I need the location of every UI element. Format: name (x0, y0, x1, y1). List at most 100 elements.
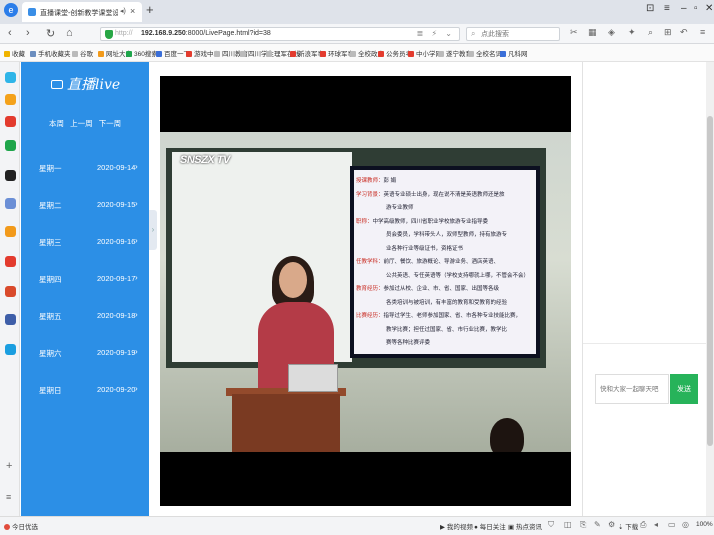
speaker-icon[interactable]: ◂) (120, 7, 126, 15)
mute-icon[interactable]: ◂ (654, 520, 658, 529)
bookmark-item[interactable]: 环球军事 (320, 48, 354, 58)
day-item[interactable]: 星期五 2020-09-18 › (21, 298, 149, 335)
screenshot-icon[interactable]: ◫ (564, 520, 572, 529)
day-name: 星期五 (39, 312, 62, 321)
translate-icon[interactable]: ⎘ (580, 520, 586, 530)
bookmark-item[interactable]: 360搜索 (126, 48, 158, 58)
bookmark-item[interactable]: 新浪军事 (290, 48, 324, 58)
search-box[interactable]: ⌕ (466, 27, 560, 41)
chevron-right-icon: › (135, 273, 138, 282)
day-item[interactable]: 星期日 2020-09-20 › (21, 372, 149, 409)
hot-news-link[interactable]: ▣ 热点资讯 (508, 521, 542, 531)
tab-close-icon[interactable]: × (130, 6, 135, 16)
next-week-link[interactable]: 下一周 (99, 119, 122, 128)
bookmark-item[interactable]: 公务员考 (378, 48, 412, 58)
skin-icon[interactable]: ⊡ (646, 3, 654, 14)
download-link[interactable]: ⇣ 下载 (618, 521, 638, 531)
bookmark-item[interactable]: 谷歌 (72, 48, 93, 58)
close-window-button[interactable]: ✕ (705, 3, 713, 14)
sidebar-music-icon[interactable] (5, 170, 16, 181)
page-scrollbar[interactable] (706, 62, 714, 516)
security-shield-icon[interactable] (105, 30, 113, 39)
maximize-button[interactable]: ▫ (694, 3, 698, 14)
extension-icon[interactable]: ▦ (588, 27, 597, 38)
layout-icon[interactable]: ▭ (668, 520, 676, 529)
today-picks-icon (4, 524, 10, 530)
forward-icon[interactable]: › (26, 27, 30, 39)
cut-icon[interactable]: ✂ (570, 27, 578, 38)
sidebar-mail-icon[interactable] (5, 286, 16, 297)
sidebar-shop-icon[interactable] (5, 226, 16, 237)
send-button[interactable]: 发送 (670, 374, 698, 404)
collapse-handle[interactable]: › (149, 210, 157, 250)
tools-icon[interactable]: ✎ (594, 520, 601, 529)
bookmark-item[interactable]: 遂宁教育 (438, 48, 472, 58)
shield-icon[interactable]: ◈ (608, 27, 615, 38)
main-content: 授课教师：彭 娟学习背景：英语专业硕士出身，现在说不清是英语教师还是旅 游专业教师… (157, 62, 582, 516)
apps-icon[interactable]: ⊞ (664, 27, 672, 38)
zoom-level[interactable]: 100% (696, 521, 713, 528)
daily-focus-link[interactable]: ● 每日关注 (474, 521, 506, 531)
chat-input[interactable] (595, 374, 669, 404)
menu-icon[interactable]: ≡ (664, 3, 670, 14)
sidebar-menu-icon[interactable]: ≡ (6, 492, 11, 502)
bookmark-item[interactable]: 百度一下 (156, 48, 190, 58)
reload-icon[interactable]: ↻ (46, 27, 55, 40)
sidebar-app2-icon[interactable] (5, 314, 16, 325)
view-icon[interactable]: ◎ (682, 520, 689, 529)
sidebar-star-icon[interactable] (5, 94, 16, 105)
bookmark-item[interactable]: 凡科网 (500, 48, 528, 58)
zoom-icon[interactable]: ⌕ (648, 27, 653, 38)
tab-live-page[interactable]: 直播课堂-创新教学课堂设计 ◂) × (22, 2, 142, 22)
this-week-link[interactable]: 本周 (49, 119, 64, 128)
bookmarks-bar: 收藏 手机收藏夹 谷歌 网址大全 360搜索 百度一下 游戏中心 四川教育 四川学生 理军在线 新浪… (0, 44, 714, 62)
game-icon[interactable]: ✦ (628, 27, 636, 38)
slide-row: 各类培训与被培训，有丰富的教育和受教育的经验 (386, 298, 507, 306)
url-host: 192.168.9.250 (141, 30, 186, 37)
sidebar-p-icon[interactable] (5, 344, 16, 355)
undo-icon[interactable]: ↶ (680, 27, 688, 38)
bookmark-item[interactable]: 收藏 (4, 48, 25, 58)
day-date: 2020-09-14 (97, 163, 136, 172)
search-input[interactable] (481, 28, 557, 40)
sidebar-doc-icon[interactable] (5, 198, 16, 209)
home-icon[interactable]: ⌂ (66, 27, 73, 39)
slide-row: 教学比赛；担任过国家、省、市行业比赛，教学比 (386, 325, 507, 333)
my-video-link[interactable]: ▶ 我的视频 (440, 521, 473, 531)
sidebar-add-icon[interactable]: + (6, 460, 12, 472)
bookmark-item[interactable]: 中小学网 (408, 48, 442, 58)
bookmark-label: 360搜索 (134, 51, 158, 58)
minimize-button[interactable]: – (681, 3, 687, 14)
day-item[interactable]: 星期六 2020-09-19 › (21, 335, 149, 372)
url-action-icons[interactable]: ≣ ⚡ ⌄ (417, 29, 455, 38)
sidebar-game-icon[interactable] (5, 140, 16, 151)
more-icon[interactable]: ≡ (700, 27, 705, 37)
slide-row-text: 前厅、餐饮、旅游概论、导游业务、酒店英语、 (383, 259, 500, 265)
day-item[interactable]: 星期四 2020-09-17 › (21, 261, 149, 298)
back-icon[interactable]: ‹ (8, 27, 12, 39)
day-item[interactable]: 星期二 2020-09-15 › (21, 187, 149, 224)
sidebar-video-icon[interactable] (5, 256, 16, 267)
slide-row-text: 参加过从校、企业、市、省、国家、出国等各级 (383, 286, 500, 292)
day-item[interactable]: 星期三 2020-09-16 › (21, 224, 149, 261)
prev-week-link[interactable]: 上一周 (70, 119, 93, 128)
url-field[interactable]: http:// 192.168.9.250:8000/LivePage.html… (100, 27, 460, 41)
bookmark-item[interactable]: 全校名词 (468, 48, 502, 58)
browser-logo-icon[interactable]: e (4, 3, 18, 17)
sidebar-weibo-icon[interactable] (5, 116, 16, 127)
sidebar-app-icon[interactable] (5, 72, 16, 83)
slide-row: 授课教师：彭 娟 (356, 176, 396, 184)
shield-status-icon[interactable]: ⛉ (548, 520, 554, 530)
slide-row: 赛等各种比赛评委 (386, 338, 430, 346)
site-logo[interactable]: 直播live (51, 74, 120, 94)
video-player[interactable]: 授课教师：彭 娟学习背景：英语专业硕士出身，现在说不清是英语教师还是旅 游专业教师… (160, 76, 571, 506)
day-date: 2020-09-20 (97, 385, 136, 394)
print-icon[interactable]: ⎙ (640, 520, 646, 530)
new-tab-button[interactable]: + (146, 2, 154, 17)
today-picks[interactable]: 今日优选 (4, 521, 38, 531)
speed-icon[interactable]: ⚙ (608, 520, 615, 529)
scroll-thumb[interactable] (707, 116, 713, 446)
bookmark-item[interactable]: 手机收藏夹 (30, 48, 71, 58)
day-item[interactable]: 星期一 2020-09-14 › (21, 150, 149, 187)
search-icon: ⌕ (471, 29, 476, 38)
